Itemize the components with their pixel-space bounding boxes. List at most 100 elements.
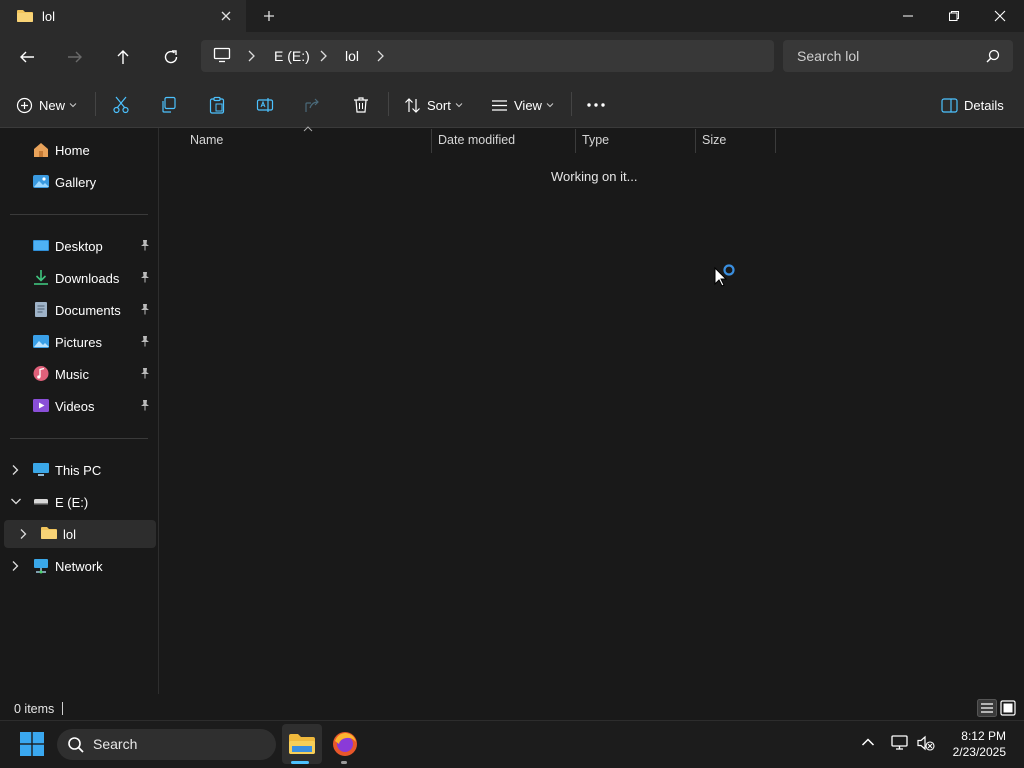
search-input[interactable]: Search lol (797, 48, 859, 64)
sidebar-item-home[interactable]: Home (4, 136, 156, 164)
sidebar-item-label: Videos (55, 399, 95, 414)
tab-lol[interactable]: lol (0, 0, 246, 32)
copy-button[interactable] (160, 94, 178, 116)
sidebar-item-downloads[interactable]: Downloads (4, 264, 156, 292)
sidebar-item-this-pc[interactable]: This PC (4, 456, 156, 484)
refresh-button[interactable] (160, 46, 182, 68)
file-explorer-icon (288, 732, 316, 756)
sidebar-item-videos[interactable]: Videos (4, 392, 156, 420)
column-separator[interactable] (431, 129, 432, 153)
view-icon (491, 97, 508, 114)
pin-icon[interactable] (140, 335, 150, 347)
network-status-icon[interactable] (891, 735, 909, 751)
column-header-type[interactable]: Type (582, 133, 609, 147)
restore-button[interactable] (931, 0, 977, 32)
sidebar-item-desktop[interactable]: Desktop (4, 232, 156, 260)
close-icon[interactable] (218, 8, 234, 24)
chevron-right-icon[interactable] (375, 50, 385, 62)
view-button[interactable]: View (491, 94, 554, 116)
column-separator[interactable] (575, 129, 576, 153)
copy-icon (160, 96, 178, 114)
windows-logo-icon[interactable] (20, 732, 44, 756)
more-button[interactable] (586, 94, 606, 116)
delete-icon (352, 96, 370, 114)
column-separator[interactable] (695, 129, 696, 153)
sidebar-item-label: This PC (55, 463, 102, 478)
chevron-down-icon (69, 101, 77, 109)
close-icon (994, 10, 1006, 22)
music-icon (32, 365, 50, 382)
pin-icon[interactable] (140, 367, 150, 379)
minimize-button[interactable] (885, 0, 931, 32)
folder-icon (16, 8, 34, 24)
more-icon (586, 102, 606, 108)
back-button[interactable] (16, 46, 38, 68)
volume-muted-icon[interactable] (917, 735, 935, 751)
column-separator[interactable] (775, 129, 776, 153)
status-bar (0, 694, 1024, 720)
sidebar-item-lol[interactable]: lol (4, 520, 156, 548)
close-window-button[interactable] (977, 0, 1023, 32)
document-icon (32, 301, 50, 318)
pin-icon[interactable] (140, 271, 150, 283)
column-header-date-modified[interactable]: Date modified (438, 133, 515, 147)
sidebar-item-label: Documents (55, 303, 121, 318)
chevron-down-icon[interactable] (10, 496, 22, 506)
pin-icon[interactable] (140, 303, 150, 315)
paste-button[interactable] (208, 94, 226, 116)
refresh-icon (162, 48, 180, 66)
taskbar-search-box[interactable] (57, 729, 276, 760)
breadcrumb-drive[interactable]: E (E:) (274, 48, 310, 64)
chevron-up-icon[interactable] (861, 737, 875, 747)
firefox-icon[interactable] (332, 731, 358, 757)
search-icon[interactable] (986, 49, 1000, 63)
busy-cursor-icon (713, 263, 739, 289)
up-button[interactable] (112, 46, 134, 68)
chevron-right-icon[interactable] (246, 50, 256, 62)
clock-time: 8:12 PM (961, 729, 1006, 743)
taskbar-search-label[interactable]: Search (93, 736, 137, 752)
details-button[interactable]: Details (941, 94, 1004, 116)
chevron-right-icon[interactable] (18, 528, 28, 540)
new-button[interactable]: New (16, 94, 77, 116)
back-arrow-icon (18, 48, 36, 66)
running-app-indicator (341, 761, 347, 764)
sort-icon (404, 97, 421, 114)
minimize-icon (902, 10, 914, 22)
plus-circle-icon (16, 97, 33, 114)
share-button[interactable] (304, 94, 322, 116)
chevron-right-icon[interactable] (10, 560, 20, 572)
gallery-icon (32, 173, 50, 190)
sidebar-item-label: lol (63, 527, 77, 542)
cut-button[interactable] (112, 94, 130, 116)
search-icon (67, 736, 85, 754)
column-header-size[interactable]: Size (702, 133, 726, 147)
sidebar-item-documents[interactable]: Documents (4, 296, 156, 324)
sidebar-item-label: Downloads (55, 271, 120, 286)
sidebar-item-pictures[interactable]: Pictures (4, 328, 156, 356)
sidebar-item-label: Gallery (55, 175, 97, 190)
rename-button[interactable] (256, 94, 274, 116)
system-clock[interactable]: 8:12 PM 2/23/2025 (953, 728, 1006, 760)
chevron-right-icon[interactable] (10, 464, 20, 476)
column-header-name[interactable]: Name (190, 133, 223, 147)
pin-icon[interactable] (140, 399, 150, 411)
sidebar-item-network[interactable]: Network (4, 552, 156, 580)
sort-button[interactable]: Sort (404, 94, 463, 116)
sidebar-item-gallery[interactable]: Gallery (4, 168, 156, 196)
large-icons-view-toggle[interactable] (1000, 700, 1016, 716)
details-view-toggle[interactable] (977, 699, 997, 717)
pin-icon[interactable] (140, 239, 150, 251)
pc-icon (32, 461, 50, 478)
network-icon (32, 557, 50, 574)
sidebar-item-music[interactable]: Music (4, 360, 156, 388)
sidebar-item-drive[interactable]: E (E:) (4, 488, 156, 516)
home-icon (32, 141, 50, 158)
content-area (159, 128, 1024, 694)
breadcrumb-folder[interactable]: lol (345, 48, 359, 64)
forward-button[interactable] (64, 46, 86, 68)
loading-text: Working on it... (551, 169, 638, 184)
plus-icon[interactable] (261, 8, 277, 24)
chevron-right-icon[interactable] (318, 50, 328, 62)
delete-button[interactable] (352, 94, 370, 116)
